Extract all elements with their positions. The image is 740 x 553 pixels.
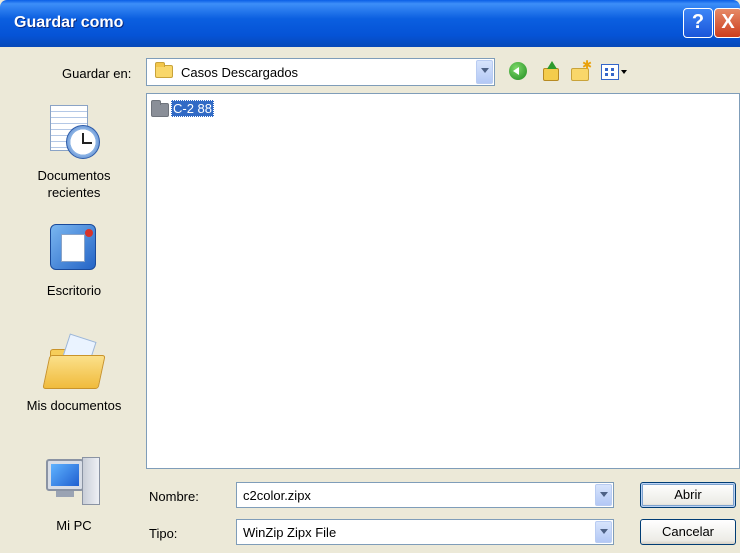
file-type-label: Tipo: xyxy=(149,526,178,541)
folder-icon xyxy=(155,62,173,78)
place-label: Mis documentos xyxy=(26,398,122,413)
place-my-documents[interactable]: Mis documentos xyxy=(6,333,142,414)
file-type-value: WinZip Zipx File xyxy=(243,525,337,540)
save-in-dropdown[interactable]: Casos Descargados xyxy=(146,58,495,86)
file-name-value: c2color.zipx xyxy=(243,488,311,503)
file-name: C-2 88 xyxy=(171,100,215,117)
close-button[interactable]: X xyxy=(714,8,740,38)
place-label: Documentos xyxy=(37,168,111,183)
place-recent-documents[interactable]: Documentos recientes xyxy=(6,103,142,201)
file-type-dropdown[interactable]: WinZip Zipx File xyxy=(236,519,614,545)
view-menu-icon[interactable] xyxy=(601,62,627,82)
help-button[interactable]: ? xyxy=(683,8,713,38)
save-in-value: Casos Descargados xyxy=(181,65,299,80)
window-title: Guardar como xyxy=(14,14,124,31)
places-bar: Documentos recientes Escritorio Mis docu… xyxy=(6,93,142,543)
place-desktop[interactable]: Escritorio xyxy=(6,218,142,299)
recent-documents-icon xyxy=(44,103,104,163)
desktop-icon xyxy=(44,218,104,278)
chevron-down-icon[interactable] xyxy=(476,60,493,84)
place-label: recientes xyxy=(47,185,101,200)
chevron-down-icon[interactable] xyxy=(595,521,612,543)
save-in-label: Guardar en: xyxy=(62,66,132,81)
my-computer-icon xyxy=(44,453,104,513)
place-label: Escritorio xyxy=(46,283,102,298)
folder-icon xyxy=(151,100,169,117)
new-folder-icon[interactable] xyxy=(570,58,592,82)
place-my-computer[interactable]: Mi PC xyxy=(6,453,142,534)
my-documents-icon xyxy=(42,333,106,393)
file-name-input[interactable]: c2color.zipx xyxy=(236,482,614,508)
open-button[interactable]: Abrir xyxy=(640,482,736,508)
file-name-label: Nombre: xyxy=(149,489,199,504)
cancel-button[interactable]: Cancelar xyxy=(640,519,736,545)
file-list[interactable]: C-2 88 xyxy=(146,93,740,469)
title-bar[interactable]: Guardar como ? X xyxy=(0,0,740,47)
chevron-down-icon[interactable] xyxy=(595,484,612,506)
back-icon[interactable] xyxy=(509,62,527,80)
up-one-level-icon[interactable] xyxy=(541,61,559,82)
place-label: Mi PC xyxy=(56,518,92,533)
